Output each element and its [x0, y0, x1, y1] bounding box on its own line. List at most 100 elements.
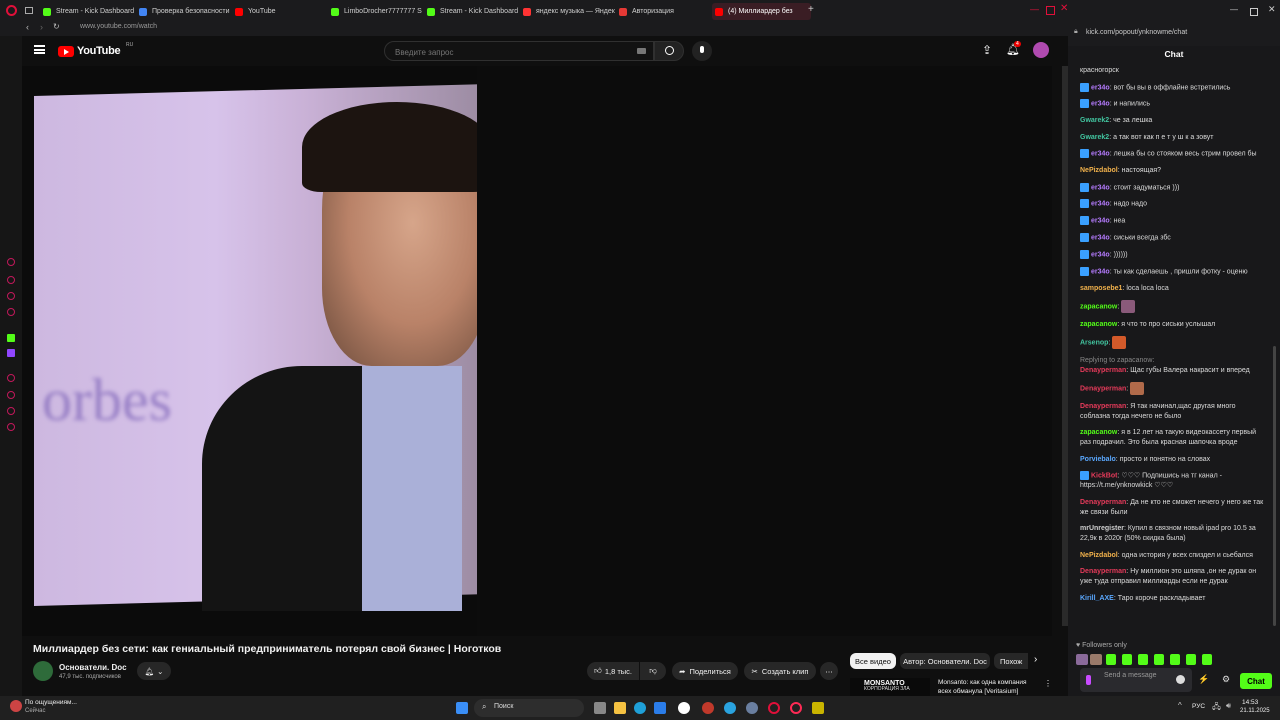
- chevron-right-icon[interactable]: ›: [1034, 654, 1037, 665]
- chat-message[interactable]: er34o: стоит задуматься ))): [1080, 182, 1266, 193]
- chat-username[interactable]: zapacanow: [1080, 321, 1117, 328]
- channel-avatar[interactable]: [33, 661, 53, 681]
- recommended-title[interactable]: Monsanto: как одна компания: [938, 679, 1027, 686]
- chip-author[interactable]: Автор: Основатели. Doc: [900, 653, 990, 669]
- clock-time[interactable]: 14:53: [1242, 699, 1258, 706]
- chat-message[interactable]: красногорск: [1080, 66, 1266, 76]
- dislike-button[interactable]: 👎︎: [640, 662, 666, 680]
- chat-message[interactable]: Denayperman:: [1080, 382, 1266, 396]
- app-icon[interactable]: [702, 702, 714, 714]
- chat-message[interactable]: er34o: неа: [1080, 216, 1266, 226]
- recommended-more-icon[interactable]: ⋮: [1044, 679, 1052, 688]
- chat-message[interactable]: er34o: лешка бы со стояком весь стрим пр…: [1080, 149, 1266, 159]
- chat-message[interactable]: NePizdabol: настоящая?: [1080, 166, 1266, 176]
- chat-username[interactable]: Denayperman: [1080, 499, 1126, 506]
- chat-username[interactable]: Denayperman: [1080, 385, 1126, 392]
- sidebar-icon[interactable]: [7, 407, 15, 415]
- send-message-input[interactable]: Send a message: [1080, 668, 1192, 692]
- maximize-icon[interactable]: [1046, 6, 1055, 15]
- clock-date[interactable]: 21.11.2025: [1240, 708, 1270, 714]
- chat-username[interactable]: Denayperman: [1080, 367, 1126, 374]
- chat-message[interactable]: Denayperman: Я так начинал,щас другая мн…: [1080, 402, 1266, 422]
- chat-send-button[interactable]: Chat: [1240, 673, 1272, 689]
- chip-all-videos[interactable]: Все видео: [850, 653, 896, 669]
- emote-icon[interactable]: [1106, 654, 1116, 665]
- channel-name[interactable]: Основатели. Doc: [59, 663, 127, 672]
- chat-username[interactable]: samposebe1: [1080, 285, 1122, 292]
- chat-username[interactable]: NePizdabol: [1080, 552, 1118, 559]
- account-avatar[interactable]: [1033, 42, 1049, 58]
- opera-logo-icon[interactable]: [6, 5, 17, 16]
- search-button[interactable]: [654, 41, 684, 61]
- recommended-title-2[interactable]: всех обманула [Veritasium]: [938, 688, 1018, 696]
- chat-username[interactable]: Gwarek2: [1080, 117, 1109, 124]
- opera-icon[interactable]: [768, 702, 780, 714]
- chat-message[interactable]: Denayperman: Ну миллион это шляпа ,он не…: [1080, 567, 1266, 587]
- chat-username[interactable]: Arsenop: [1080, 339, 1108, 346]
- subscribe-bell-button[interactable]: 🔔︎ ⌄: [137, 662, 171, 680]
- maximize-icon[interactable]: [1250, 8, 1258, 16]
- reload-icon[interactable]: ↻: [53, 22, 60, 31]
- emote-icon[interactable]: [1138, 654, 1148, 665]
- kick-icon[interactable]: [7, 334, 15, 342]
- browser-tab[interactable]: Stream - Kick Dashboard: [424, 3, 519, 20]
- taskbar-search[interactable]: ⌕ Поиск: [474, 699, 584, 717]
- opera-gx-icon[interactable]: [790, 702, 802, 714]
- chat-message[interactable]: Gwarek2: че за лешка: [1080, 116, 1266, 126]
- upload-icon[interactable]: ⇪: [982, 43, 992, 57]
- chat-message[interactable]: mrUnregister: Купил в связном новый ipad…: [1080, 524, 1266, 544]
- chat-message[interactable]: samposebe1: loca loca loca: [1080, 284, 1266, 294]
- emote-icon[interactable]: [1170, 654, 1180, 665]
- browser-tab[interactable]: (4) Миллиардер без: [712, 3, 811, 20]
- tabs-icon[interactable]: [25, 7, 33, 14]
- chat-username[interactable]: zapacanow: [1080, 429, 1117, 436]
- chat-username[interactable]: er34o: [1091, 101, 1110, 108]
- language-indicator[interactable]: РУС: [1192, 703, 1205, 710]
- minimize-icon[interactable]: —: [1030, 4, 1039, 14]
- tray-chevron-icon[interactable]: ^: [1178, 701, 1182, 710]
- chat-username[interactable]: er34o: [1091, 268, 1110, 275]
- sidebar-icon[interactable]: [7, 258, 15, 266]
- chat-message[interactable]: er34o: вот бы вы в оффлайне встретились: [1080, 82, 1266, 93]
- chat-message[interactable]: er34o: сиськи всегда збс: [1080, 233, 1266, 243]
- browser-tab[interactable]: YouTube: [232, 3, 327, 20]
- chat-message[interactable]: er34o: ты как сделаешь , пришли фотку - …: [1080, 266, 1266, 277]
- chat-username[interactable]: mrUnregister: [1080, 525, 1124, 532]
- chat-message[interactable]: er34o: надо надо: [1080, 199, 1266, 209]
- yandex-icon[interactable]: [678, 702, 690, 714]
- chat-username[interactable]: er34o: [1091, 151, 1110, 158]
- sidebar-icon[interactable]: [7, 276, 15, 284]
- chat-username[interactable]: Porviebalo: [1080, 456, 1116, 463]
- chat-message[interactable]: NePizdabol: одна история у всех спиздел …: [1080, 551, 1266, 561]
- clip-button[interactable]: ✂ Создать клип: [744, 662, 816, 680]
- chat-message[interactable]: Kirill_AXE: Таро короче раскладывает: [1080, 594, 1266, 604]
- store-icon[interactable]: [654, 702, 666, 714]
- mic-button[interactable]: [692, 41, 712, 61]
- sidebar-icon[interactable]: [7, 374, 15, 382]
- chat-username[interactable]: Gwarek2: [1080, 134, 1109, 141]
- volume-icon[interactable]: 🔊︎: [1226, 701, 1231, 711]
- browser-tab[interactable]: LimboDrocher7777777 S: [328, 3, 423, 20]
- chat-username[interactable]: Denayperman: [1080, 568, 1126, 575]
- chat-message[interactable]: Porviebalo: просто и понятно на словах: [1080, 455, 1266, 465]
- youtube-logo-text[interactable]: YouTube: [77, 45, 121, 57]
- emote-icon[interactable]: [1154, 654, 1164, 665]
- moderation-icon[interactable]: ⚡: [1198, 674, 1209, 685]
- explorer-icon[interactable]: [614, 702, 626, 714]
- chat-message[interactable]: zapacanow:: [1080, 300, 1266, 314]
- video-player[interactable]: orbes: [22, 66, 1052, 636]
- chat-message[interactable]: zapacanow: я что то про сиськи услышал: [1080, 320, 1266, 330]
- youtube-logo-icon[interactable]: [58, 46, 74, 57]
- minimize-icon[interactable]: —: [1230, 5, 1238, 14]
- chat-message[interactable]: Gwarek2: а так вот как п е т у ш к а зов…: [1080, 133, 1266, 143]
- sidebar-icon[interactable]: [7, 308, 15, 316]
- keyboard-icon[interactable]: [637, 48, 646, 54]
- chat-username[interactable]: er34o: [1091, 184, 1110, 191]
- url-text[interactable]: www.youtube.com/watch: [80, 23, 157, 30]
- telegram-icon[interactable]: [724, 702, 736, 714]
- chat-username[interactable]: er34o: [1091, 218, 1110, 225]
- chat-username[interactable]: er34o: [1091, 234, 1110, 241]
- app-icon[interactable]: [812, 702, 824, 714]
- steam-icon[interactable]: [746, 702, 758, 714]
- chat-url[interactable]: kick.com/popout/ynknowme/chat: [1086, 29, 1187, 36]
